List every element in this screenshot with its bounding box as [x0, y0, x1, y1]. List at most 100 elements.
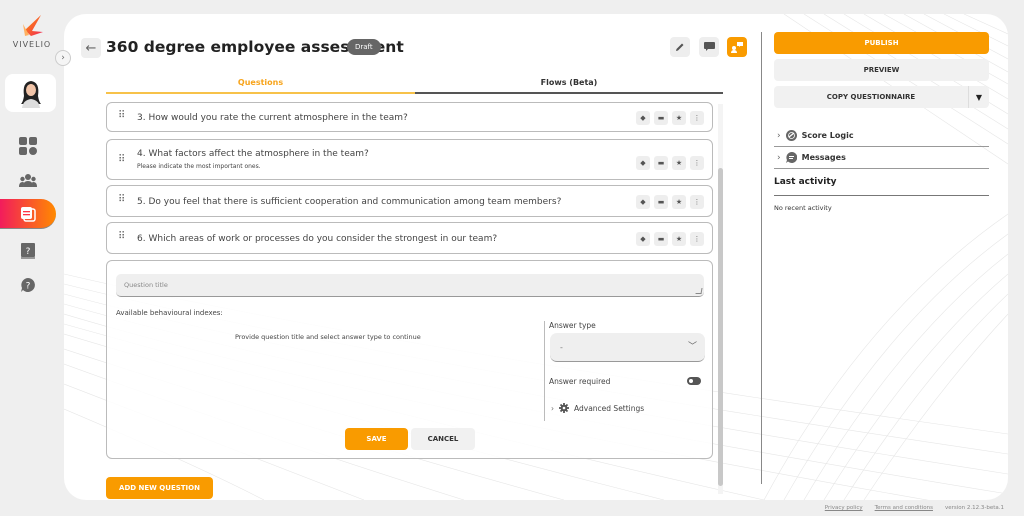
comment-button[interactable]: ▬ [654, 195, 668, 209]
question-item[interactable]: ⠿ 6. Which areas of work or processes do… [106, 222, 713, 254]
sidebar-item-teams[interactable] [0, 165, 56, 195]
tabs: Questions Flows (Beta) [106, 76, 723, 94]
footer: Privacy policy Terms and conditions vers… [825, 505, 1004, 511]
drag-handle-icon[interactable]: ⠿ [118, 155, 125, 165]
layers-icon: ◆ [640, 114, 646, 122]
cancel-button[interactable]: CANCEL [411, 428, 475, 450]
logo[interactable]: VIVELIO [12, 14, 52, 49]
more-vertical-icon: ⋮ [693, 198, 701, 206]
question-actions: ◆ ▬ ★ ⋮ [636, 111, 704, 125]
question-text: 3. How would you rate the current atmosp… [137, 113, 408, 123]
caret-down-icon: ▼ [975, 92, 983, 102]
grid-icon [19, 137, 37, 155]
help-chat-icon: ? [21, 278, 35, 292]
comment-icon [703, 42, 715, 51]
question-item[interactable]: ⠿ 3. How would you rate the current atmo… [106, 102, 713, 132]
question-item[interactable]: ⠿ 5. Do you feel that there is sufficien… [106, 185, 713, 217]
chevron-right-icon: › [61, 53, 65, 63]
indexes-button[interactable]: ◆ [636, 111, 650, 125]
star-icon: ★ [675, 235, 683, 243]
questions-list: ⠿ 3. How would you rate the current atmo… [106, 100, 713, 499]
comment-icon: ▬ [657, 198, 665, 206]
terms-link[interactable]: Terms and conditions [875, 505, 933, 511]
chevron-right-icon: › [777, 152, 781, 163]
comment-button[interactable]: ▬ [654, 111, 668, 125]
main-panel: ← 360 degree employee assessment Draft Q… [64, 14, 1008, 500]
preview-button[interactable]: PREVIEW [774, 59, 989, 81]
star-icon: ★ [675, 198, 683, 206]
layers-icon: ◆ [640, 198, 646, 206]
privacy-policy-link[interactable]: Privacy policy [825, 505, 863, 511]
tab-flows[interactable]: Flows (Beta) [415, 76, 723, 94]
question-actions: ◆ ▬ ★ ⋮ [636, 156, 704, 170]
edit-button[interactable] [670, 37, 690, 57]
drag-handle-icon[interactable]: ⠿ [118, 111, 125, 121]
more-button[interactable]: ⋮ [690, 232, 704, 246]
more-button[interactable]: ⋮ [690, 111, 704, 125]
sidebar-item-support[interactable]: ? [0, 270, 56, 300]
svg-text:?: ? [26, 282, 31, 292]
copy-questionnaire-button[interactable]: COPY QUESTIONNAIRE [774, 86, 968, 108]
resize-handle-icon[interactable] [695, 288, 703, 294]
comments-button[interactable] [699, 37, 719, 57]
edit-icon [676, 43, 684, 51]
sidebar-item-dashboard[interactable] [0, 131, 56, 161]
indexes-button[interactable]: ◆ [636, 232, 650, 246]
score-logic-accordion[interactable]: › Score Logic [774, 125, 989, 147]
answer-required-toggle[interactable] [687, 377, 701, 385]
more-button[interactable]: ⋮ [690, 156, 704, 170]
question-text: 4. What factors affect the atmosphere in… [137, 149, 369, 159]
indexes-button[interactable]: ◆ [636, 156, 650, 170]
more-vertical-icon: ⋮ [693, 114, 701, 122]
question-editor: Question title Available behavioural ind… [106, 260, 713, 459]
scrollbar-thumb[interactable] [718, 168, 723, 486]
message-icon [785, 152, 797, 163]
question-actions: ◆ ▬ ★ ⋮ [636, 232, 704, 246]
star-button[interactable]: ★ [672, 232, 686, 246]
layers-icon: ◆ [640, 159, 646, 167]
save-button[interactable]: SAVE [345, 428, 408, 450]
collaborate-icon [731, 41, 743, 53]
answer-type-select[interactable]: - ﹀ [550, 333, 705, 362]
add-new-question-button[interactable]: ADD NEW QUESTION [106, 477, 213, 499]
drag-handle-icon[interactable]: ⠿ [118, 195, 125, 205]
logo-text: VIVELIO [12, 40, 52, 49]
sidebar-item-knowledge-base[interactable]: ? [0, 236, 56, 266]
question-item[interactable]: ⠿ 4. What factors affect the atmosphere … [106, 139, 713, 180]
documents-icon [21, 206, 36, 222]
version-text: version 2.12.3-beta.1 [944, 505, 1004, 511]
question-text: 6. Which areas of work or processes do y… [137, 234, 498, 244]
sidebar-expand-button[interactable]: › [55, 50, 71, 66]
chevron-down-icon: ﹀ [687, 342, 697, 352]
help-book-icon: ? [21, 243, 35, 259]
svg-text:?: ? [26, 247, 31, 257]
answer-required-label: Answer required [549, 377, 611, 386]
questions-scrollbar[interactable] [718, 104, 723, 494]
question-title-input[interactable]: Question title [116, 274, 704, 297]
copy-options-dropdown[interactable]: ▼ [968, 86, 989, 108]
user-avatar[interactable] [5, 74, 56, 112]
score-logic-icon [785, 130, 797, 141]
advanced-settings-toggle[interactable]: › Advanced Settings [551, 403, 644, 413]
indexes-button[interactable]: ◆ [636, 195, 650, 209]
drag-handle-icon[interactable]: ⠿ [118, 232, 125, 242]
question-subtitle: Please indicate the most important ones. [137, 163, 261, 170]
layers-icon: ◆ [640, 235, 646, 243]
comment-button[interactable]: ▬ [654, 156, 668, 170]
messages-accordion[interactable]: › Messages [774, 147, 989, 169]
star-button[interactable]: ★ [672, 111, 686, 125]
more-button[interactable]: ⋮ [690, 195, 704, 209]
tab-questions[interactable]: Questions [106, 76, 415, 94]
publish-button[interactable]: PUBLISH [774, 32, 989, 54]
panel-divider [761, 32, 762, 484]
no-activity-text: No recent activity [774, 204, 832, 212]
sidebar-item-questionnaires[interactable] [0, 199, 56, 229]
star-icon: ★ [675, 114, 683, 122]
star-button[interactable]: ★ [672, 195, 686, 209]
star-button[interactable]: ★ [672, 156, 686, 170]
comment-button[interactable]: ▬ [654, 232, 668, 246]
collaborate-button[interactable] [727, 37, 747, 57]
back-button[interactable]: ← [81, 38, 101, 58]
available-indexes-label: Available behavioural indexes: [116, 309, 223, 317]
last-activity-heading: Last activity [774, 174, 989, 196]
